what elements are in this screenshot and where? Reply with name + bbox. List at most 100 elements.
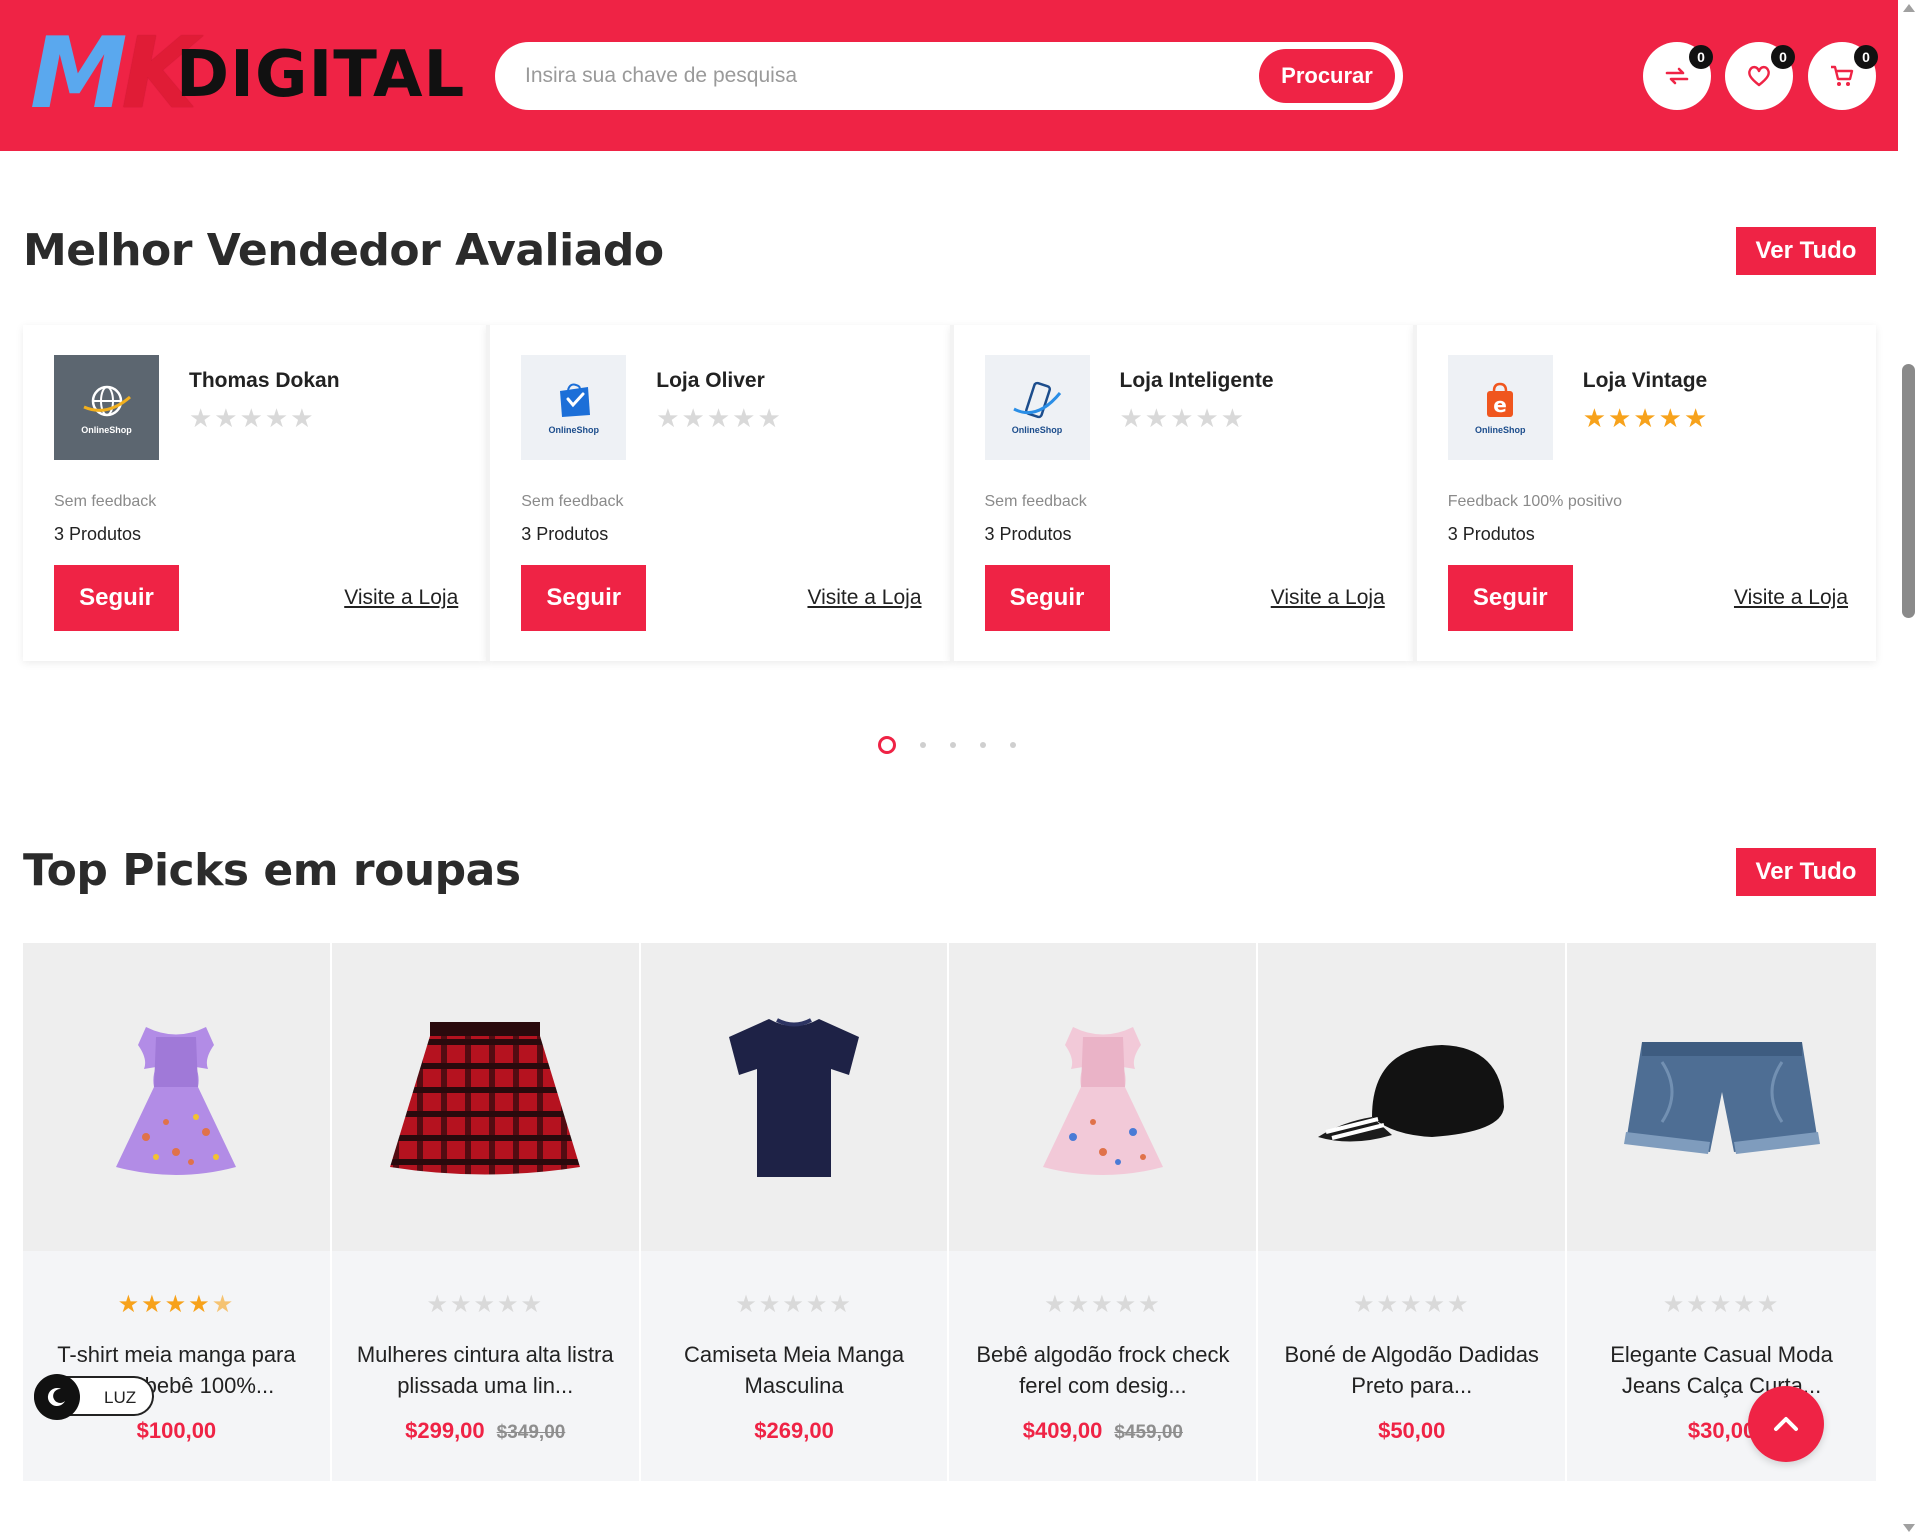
carousel-dot[interactable] <box>950 742 956 748</box>
product-image[interactable] <box>640 943 948 1251</box>
price-current: $50,00 <box>1378 1418 1446 1443</box>
product-rating-stars: ★★★★★ <box>117 1291 236 1318</box>
product-price: $100,00 <box>23 1418 330 1444</box>
carousel-dot[interactable] <box>920 742 926 748</box>
sellers-section-title: Melhor Vendedor Avaliado <box>23 225 664 276</box>
product-name[interactable]: Bebê algodão frock check ferel com desig… <box>969 1339 1236 1401</box>
seller-product-count: 3 Produtos <box>54 524 142 544</box>
cart-count-badge: 0 <box>1854 45 1878 69</box>
seller-logo-text: OnlineShop <box>548 424 600 435</box>
purple-butterfly-dress-image <box>116 1027 237 1175</box>
wishlist-button[interactable]: 0 <box>1725 42 1795 110</box>
follow-button[interactable]: Seguir <box>1447 565 1573 631</box>
seller-logo[interactable]: e OnlineShop <box>1447 355 1553 460</box>
seller-name[interactable]: Loja Vintage <box>1583 369 1707 393</box>
product-card[interactable]: ★★★★★ Camiseta Meia Manga Masculina $269… <box>640 943 950 1481</box>
product-image[interactable] <box>949 943 1257 1251</box>
carousel-dot[interactable] <box>980 742 986 748</box>
product-name[interactable]: Mulheres cintura alta listra plissada um… <box>352 1339 619 1401</box>
search-bar: Procurar <box>495 42 1403 110</box>
follow-button[interactable]: Seguir <box>54 565 179 631</box>
product-card[interactable]: ★★★★★ Boné de Algodão Dadidas Preto para… <box>1258 943 1568 1481</box>
seller-card: OnlineShop Thomas Dokan ★★★★★ Sem feedba… <box>23 325 487 661</box>
shopping-bag-check-icon <box>559 383 590 417</box>
carousel-dot-active[interactable] <box>878 736 896 754</box>
product-image[interactable] <box>1258 943 1566 1251</box>
price-old: $459,00 <box>1114 1422 1183 1443</box>
product-name[interactable]: Boné de Algodão Dadidas Preto para... <box>1278 1339 1545 1401</box>
wishlist-count-badge: 0 <box>1771 45 1795 69</box>
product-rating-stars: ★★★★★ <box>1352 1291 1471 1318</box>
product-rating-stars: ★★★★★ <box>426 1291 545 1318</box>
seller-card: OnlineShop Loja Inteligente ★★★★★ Sem fe… <box>949 325 1413 661</box>
cart-button[interactable]: 0 <box>1808 42 1878 110</box>
product-name[interactable]: Elegante Casual Moda Jeans Calça Curta..… <box>1587 1339 1856 1401</box>
compare-button[interactable]: 0 <box>1643 42 1713 110</box>
product-rating-stars: ★★★★★ <box>1662 1291 1781 1318</box>
seller-name[interactable]: Loja Inteligente <box>1120 369 1274 393</box>
seller-name[interactable]: Thomas Dokan <box>189 369 340 393</box>
navy-tshirt-image <box>729 1018 860 1177</box>
seller-logo[interactable]: OnlineShop <box>521 355 627 460</box>
wishlist-heart-icon <box>1748 65 1770 87</box>
search-input[interactable] <box>525 54 1225 98</box>
moon-icon <box>34 1374 80 1420</box>
seller-feedback: Feedback 100% positivo <box>1447 493 1623 510</box>
carousel-dot[interactable] <box>1010 742 1016 748</box>
red-plaid-skirt-image <box>390 1022 581 1175</box>
denim-shorts-image <box>1623 1042 1820 1154</box>
product-card[interactable]: ★★★★★ Elegante Casual Moda Jeans Calça C… <box>1567 943 1876 1481</box>
back-to-top-button[interactable] <box>1748 1386 1824 1462</box>
seller-feedback: Sem feedback <box>54 493 157 510</box>
scroll-up-arrow-icon[interactable] <box>1903 4 1915 12</box>
seller-logo[interactable]: OnlineShop <box>984 355 1090 460</box>
search-button[interactable]: Procurar <box>1259 49 1395 103</box>
price-current: $299,00 <box>405 1418 485 1443</box>
visit-store-link[interactable]: Visite a Loja <box>1734 586 1848 610</box>
price-current: $100,00 <box>136 1418 217 1443</box>
compare-count-badge: 0 <box>1689 45 1713 69</box>
site-header: MK DIGITAL Procurar 0 0 0 <box>0 0 1898 151</box>
visit-store-link[interactable]: Visite a Loja <box>1271 586 1385 610</box>
compare-icon <box>1665 67 1689 85</box>
products-view-all-button[interactable]: Ver Tudo <box>1736 848 1876 896</box>
products-section-title: Top Picks em roupas <box>23 845 521 896</box>
sellers-view-all-button[interactable]: Ver Tudo <box>1736 227 1876 275</box>
product-rating-stars: ★★★★★ <box>735 1291 853 1318</box>
seller-rating-stars: ★★★★★ <box>1582 403 1710 433</box>
seller-name[interactable]: Loja Oliver <box>656 369 765 393</box>
theme-toggle[interactable]: LUZ <box>34 1374 154 1420</box>
visit-store-link[interactable]: Visite a Loja <box>344 586 458 610</box>
product-name[interactable]: Camiseta Meia Manga Masculina <box>661 1339 928 1401</box>
page-scrollbar[interactable] <box>1898 0 1920 1536</box>
product-image[interactable] <box>23 943 330 1251</box>
price-current: $409,00 <box>1022 1418 1103 1443</box>
seller-feedback: Sem feedback <box>521 493 624 510</box>
product-card[interactable]: ★★★★★ Mulheres cintura alta listra pliss… <box>331 943 641 1481</box>
product-card[interactable]: ★★★★★ Bebê algodão frock check ferel com… <box>949 943 1259 1481</box>
pink-butterfly-dress-image <box>1042 1027 1163 1175</box>
seller-product-count: 3 Produtos <box>984 524 1072 544</box>
visit-store-link[interactable]: Visite a Loja <box>807 586 921 610</box>
scrollbar-thumb[interactable] <box>1902 364 1915 618</box>
price-current: $30,00 <box>1687 1418 1756 1443</box>
site-logo[interactable]: MK DIGITAL <box>30 22 464 126</box>
seller-feedback: Sem feedback <box>984 493 1087 510</box>
seller-logo-text: OnlineShop <box>1011 424 1063 435</box>
seller-rating-stars: ★★★★★ <box>656 403 783 433</box>
product-rating-stars: ★★★★★ <box>1044 1291 1162 1318</box>
svg-text:e: e <box>1493 393 1507 417</box>
product-price: $50,00 <box>1258 1418 1565 1444</box>
product-price: $299,00 $349,00 <box>332 1418 639 1444</box>
product-price: $409,00 $459,00 <box>949 1418 1256 1444</box>
price-old: $349,00 <box>496 1422 566 1443</box>
scroll-down-arrow-icon[interactable] <box>1903 1524 1915 1532</box>
follow-button[interactable]: Seguir <box>984 565 1110 631</box>
product-price: $269,00 <box>641 1418 948 1444</box>
product-image[interactable] <box>1567 943 1876 1251</box>
cart-icon <box>1831 65 1854 86</box>
seller-card: e OnlineShop Loja Vintage ★★★★★ Feedback… <box>1412 325 1876 661</box>
seller-logo[interactable]: OnlineShop <box>54 355 159 460</box>
product-image[interactable] <box>331 943 639 1251</box>
follow-button[interactable]: Seguir <box>521 565 647 631</box>
